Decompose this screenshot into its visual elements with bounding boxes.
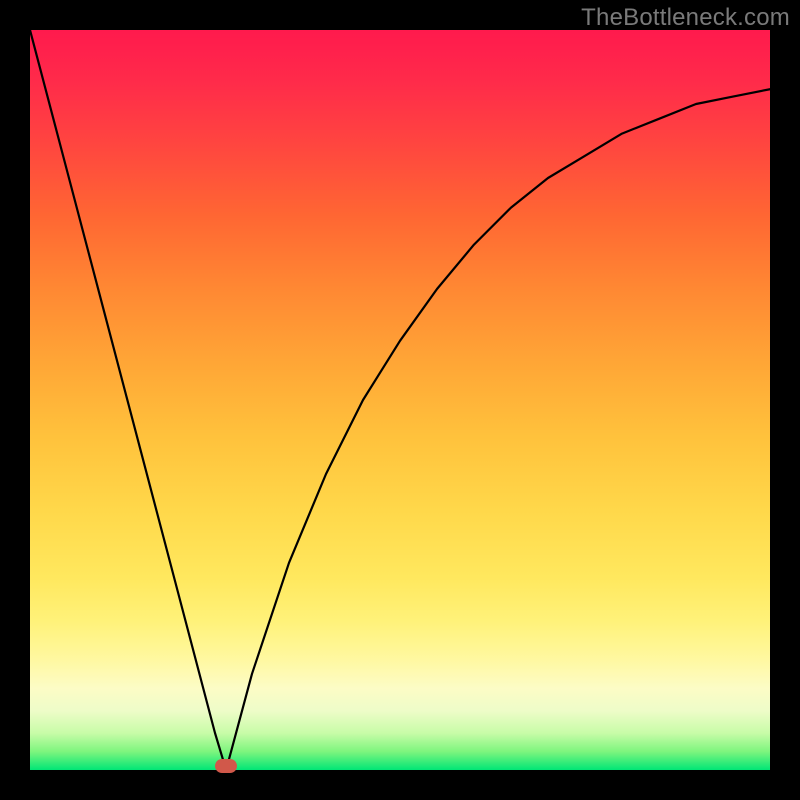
- plot-area: [30, 30, 770, 770]
- optimal-point-marker: [215, 759, 237, 773]
- bottleneck-curve: [30, 30, 770, 770]
- watermark-text: TheBottleneck.com: [581, 4, 790, 32]
- curve-svg: [30, 30, 770, 770]
- chart-frame: TheBottleneck.com: [0, 0, 800, 800]
